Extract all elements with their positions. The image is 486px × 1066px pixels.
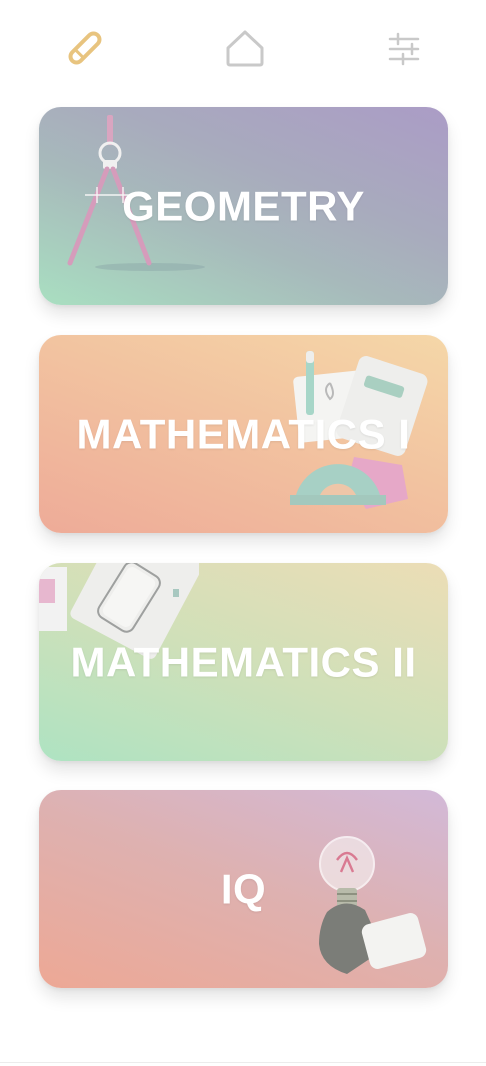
card-title: MATHEMATICS II <box>70 638 417 686</box>
card-mathematics-i[interactable]: MATHEMATICS I <box>39 335 448 533</box>
nav-filter-button[interactable] <box>378 22 430 74</box>
pencil-icon <box>68 31 102 65</box>
bottom-divider <box>0 1062 486 1063</box>
nav-pencil-button[interactable] <box>59 22 111 74</box>
home-icon <box>226 30 264 67</box>
card-geometry[interactable]: GEOMETRY <box>39 107 448 305</box>
card-title: GEOMETRY <box>122 182 365 230</box>
card-title: MATHEMATICS I <box>76 410 411 458</box>
card-iq[interactable]: IQ <box>39 790 448 988</box>
card-title: IQ <box>220 865 267 913</box>
nav-home-button[interactable] <box>219 22 271 74</box>
filter-sliders-icon <box>388 32 420 66</box>
card-mathematics-ii[interactable]: MATHEMATICS II <box>39 563 448 761</box>
top-navigation-bar <box>0 0 486 100</box>
